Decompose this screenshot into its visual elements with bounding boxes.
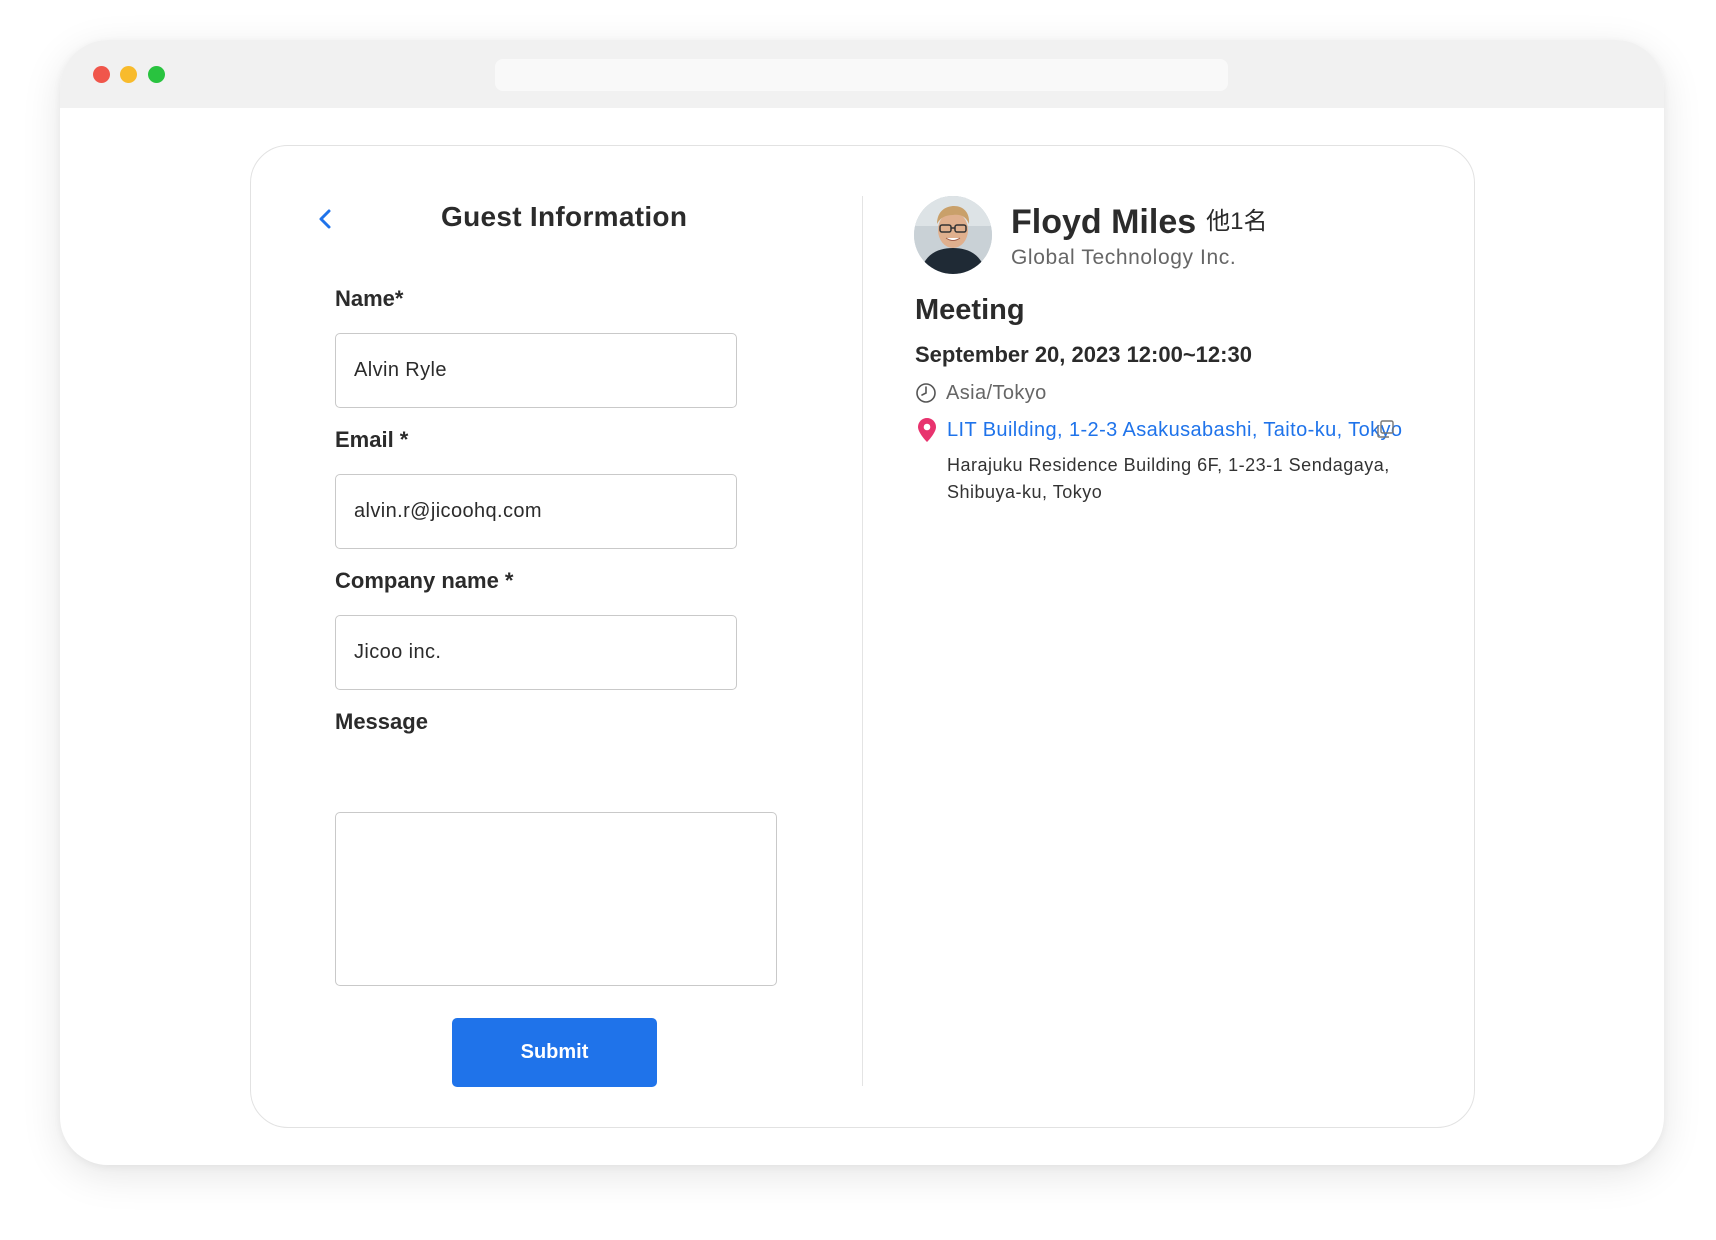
address-bar[interactable] bbox=[495, 59, 1228, 91]
location-pin-icon bbox=[918, 418, 936, 442]
location-detail: Harajuku Residence Building 6F, 1-23-1 S… bbox=[947, 455, 1390, 502]
submit-button[interactable]: Submit bbox=[452, 1018, 657, 1087]
avatar-image bbox=[914, 196, 992, 274]
window-titlebar bbox=[60, 40, 1664, 108]
email-label: Email * bbox=[335, 427, 409, 452]
column-divider bbox=[862, 196, 863, 1086]
message-label: Message bbox=[335, 709, 428, 734]
copy-icon[interactable] bbox=[1376, 420, 1394, 438]
host-name-text: Floyd Miles bbox=[1011, 203, 1197, 241]
timezone-label: Asia/Tokyo bbox=[946, 382, 1047, 404]
company-name-label: Company name * bbox=[335, 568, 514, 593]
booking-card: Guest Information Name* Email * Company … bbox=[250, 145, 1475, 1128]
message-textarea[interactable] bbox=[335, 812, 777, 986]
location-link[interactable]: LIT Building, 1-2-3 Asakusabashi, Taito-… bbox=[947, 419, 1402, 442]
close-window-button[interactable] bbox=[93, 66, 110, 83]
host-name: Floyd Miles 他1名 bbox=[1011, 201, 1268, 242]
form-title: Guest Information bbox=[441, 201, 688, 232]
meeting-title: Meeting bbox=[915, 294, 1025, 326]
email-input[interactable] bbox=[335, 474, 737, 549]
maximize-window-button[interactable] bbox=[148, 66, 165, 83]
host-company: Global Technology Inc. bbox=[1011, 246, 1237, 269]
clock-icon bbox=[916, 383, 936, 403]
minimize-window-button[interactable] bbox=[120, 66, 137, 83]
name-label: Name* bbox=[335, 286, 404, 311]
host-avatar bbox=[914, 196, 992, 274]
back-button[interactable] bbox=[311, 201, 341, 237]
company-name-input[interactable] bbox=[335, 615, 737, 690]
chevron-left-icon bbox=[319, 209, 331, 229]
browser-window: Guest Information Name* Email * Company … bbox=[60, 40, 1664, 1165]
name-input[interactable] bbox=[335, 333, 737, 408]
host-extra-count: 他1名 bbox=[1206, 208, 1268, 235]
meeting-datetime: September 20, 2023 12:00~12:30 bbox=[915, 342, 1252, 367]
